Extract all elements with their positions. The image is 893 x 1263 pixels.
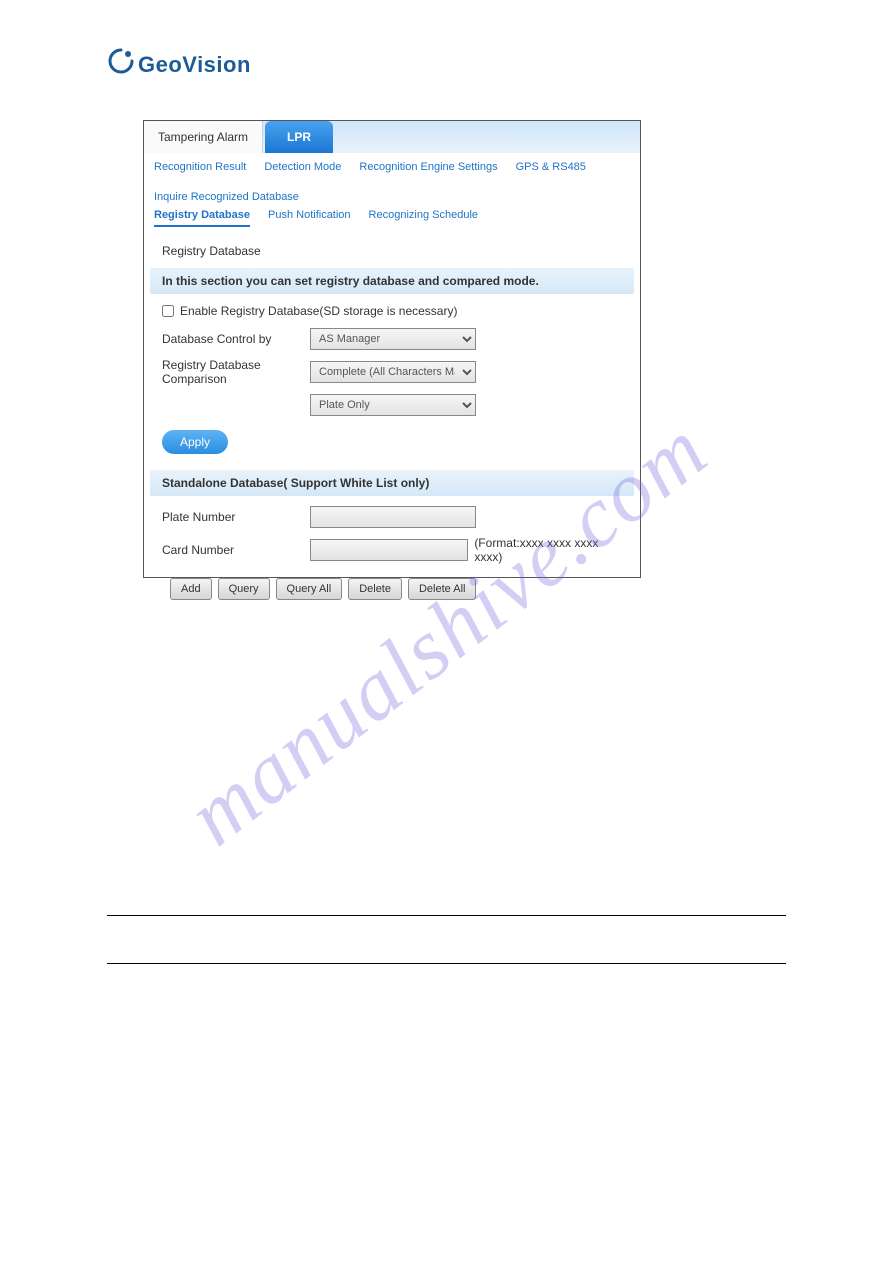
nav-inquire-recognized-database[interactable]: Inquire Recognized Database	[154, 191, 299, 203]
brand-name: GeoVision	[138, 52, 251, 78]
nav-recognition-result[interactable]: Recognition Result	[154, 161, 246, 173]
add-button[interactable]: Add	[170, 578, 212, 600]
delete-all-button[interactable]: Delete All	[408, 578, 476, 600]
nav-recognition-engine-settings[interactable]: Recognition Engine Settings	[359, 161, 497, 173]
comparison-select[interactable]: Complete (All Characters Match)	[310, 361, 476, 383]
brand-logo: GeoVision	[108, 48, 251, 74]
plate-number-label: Plate Number	[162, 510, 310, 524]
divider-2	[107, 963, 786, 964]
subnav-row-1: Recognition Result Detection Mode Recogn…	[144, 153, 640, 203]
apply-button[interactable]: Apply	[162, 430, 228, 454]
enable-registry-label: Enable Registry Database(SD storage is n…	[180, 304, 457, 318]
card-number-label: Card Number	[162, 543, 310, 557]
enable-registry-checkbox[interactable]	[162, 305, 174, 317]
nav-recognizing-schedule[interactable]: Recognizing Schedule	[369, 209, 478, 227]
card-number-input[interactable]	[310, 539, 468, 561]
tab-lpr[interactable]: LPR	[265, 121, 333, 153]
config-panel: Tampering Alarm LPR Recognition Result D…	[143, 120, 641, 578]
top-tabs: Tampering Alarm LPR	[144, 121, 640, 153]
delete-button[interactable]: Delete	[348, 578, 402, 600]
subnav-row-2: Registry Database Push Notification Reco…	[144, 203, 640, 230]
section-title: Registry Database	[144, 230, 640, 268]
info-banner-standalone: Standalone Database( Support White List …	[150, 470, 634, 496]
nav-gps-rs485[interactable]: GPS & RS485	[516, 161, 586, 173]
nav-detection-mode[interactable]: Detection Mode	[264, 161, 341, 173]
database-control-select[interactable]: AS Manager	[310, 328, 476, 350]
globe-icon	[108, 48, 134, 74]
nav-registry-database[interactable]: Registry Database	[154, 209, 250, 227]
tab-tampering-alarm[interactable]: Tampering Alarm	[144, 121, 263, 153]
nav-push-notification[interactable]: Push Notification	[268, 209, 351, 227]
plate-number-input[interactable]	[310, 506, 476, 528]
query-button[interactable]: Query	[218, 578, 270, 600]
comparison-label: Registry Database Comparison	[162, 358, 310, 386]
info-banner-registry: In this section you can set registry dat…	[150, 268, 634, 294]
divider-1	[107, 915, 786, 916]
query-all-button[interactable]: Query All	[276, 578, 343, 600]
plate-only-select[interactable]: Plate Only	[310, 394, 476, 416]
card-number-hint: (Format:xxxx xxxx xxxx xxxx)	[474, 536, 622, 564]
database-control-label: Database Control by	[162, 332, 310, 346]
